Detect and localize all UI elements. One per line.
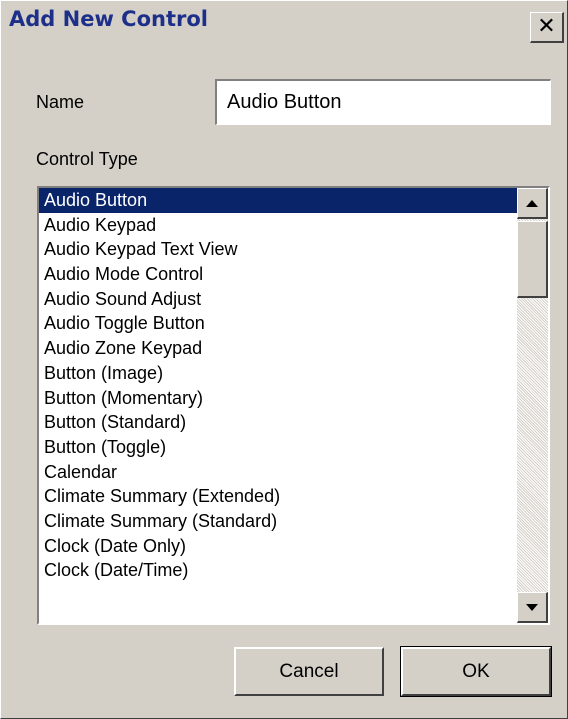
name-input[interactable] xyxy=(215,79,551,125)
scroll-down-button[interactable] xyxy=(517,592,548,623)
list-item[interactable]: Button (Image) xyxy=(39,361,517,386)
list-item[interactable]: Climate Summary (Extended) xyxy=(39,484,517,509)
arrow-down-icon xyxy=(526,603,538,611)
close-button[interactable]: ✕ xyxy=(530,12,564,43)
list-item[interactable]: Audio Button xyxy=(39,188,517,213)
list-item[interactable]: Button (Standard) xyxy=(39,410,517,435)
title-bar: Add New Control ✕ xyxy=(1,1,567,47)
list-item[interactable]: Audio Keypad xyxy=(39,213,517,238)
list-item[interactable]: Button (Toggle) xyxy=(39,435,517,460)
ok-button[interactable]: OK xyxy=(400,646,552,697)
list-item[interactable]: Calendar xyxy=(39,460,517,485)
arrow-up-icon xyxy=(526,199,538,207)
list-item[interactable]: Clock (Date/Time) xyxy=(39,558,517,583)
list-item[interactable]: Audio Sound Adjust xyxy=(39,287,517,312)
control-type-label: Control Type xyxy=(36,149,138,169)
close-icon: ✕ xyxy=(537,14,556,39)
list-item[interactable]: Climate Summary (Standard) xyxy=(39,509,517,534)
cancel-button[interactable]: Cancel xyxy=(234,647,384,696)
list-item[interactable]: Audio Toggle Button xyxy=(39,311,517,336)
list-item[interactable]: Audio Zone Keypad xyxy=(39,336,517,361)
scroll-up-button[interactable] xyxy=(517,188,548,219)
name-label: Name xyxy=(36,92,85,112)
control-type-list: Audio Button Audio Keypad Audio Keypad Tex… xyxy=(39,188,517,583)
list-item[interactable]: Audio Keypad Text View xyxy=(39,237,517,262)
list-item[interactable]: Audio Mode Control xyxy=(39,262,517,287)
list-item[interactable]: Button (Momentary) xyxy=(39,386,517,411)
add-new-control-dialog: Add New Control ✕ Name Control Type Audi… xyxy=(0,0,568,719)
list-item[interactable]: Clock (Date Only) xyxy=(39,534,517,559)
dialog-title: Add New Control xyxy=(9,7,208,31)
scrollbar-thumb[interactable] xyxy=(517,221,548,298)
vertical-scrollbar[interactable] xyxy=(517,188,548,623)
control-type-listbox[interactable]: Audio Button Audio Keypad Audio Keypad Tex… xyxy=(37,186,550,625)
